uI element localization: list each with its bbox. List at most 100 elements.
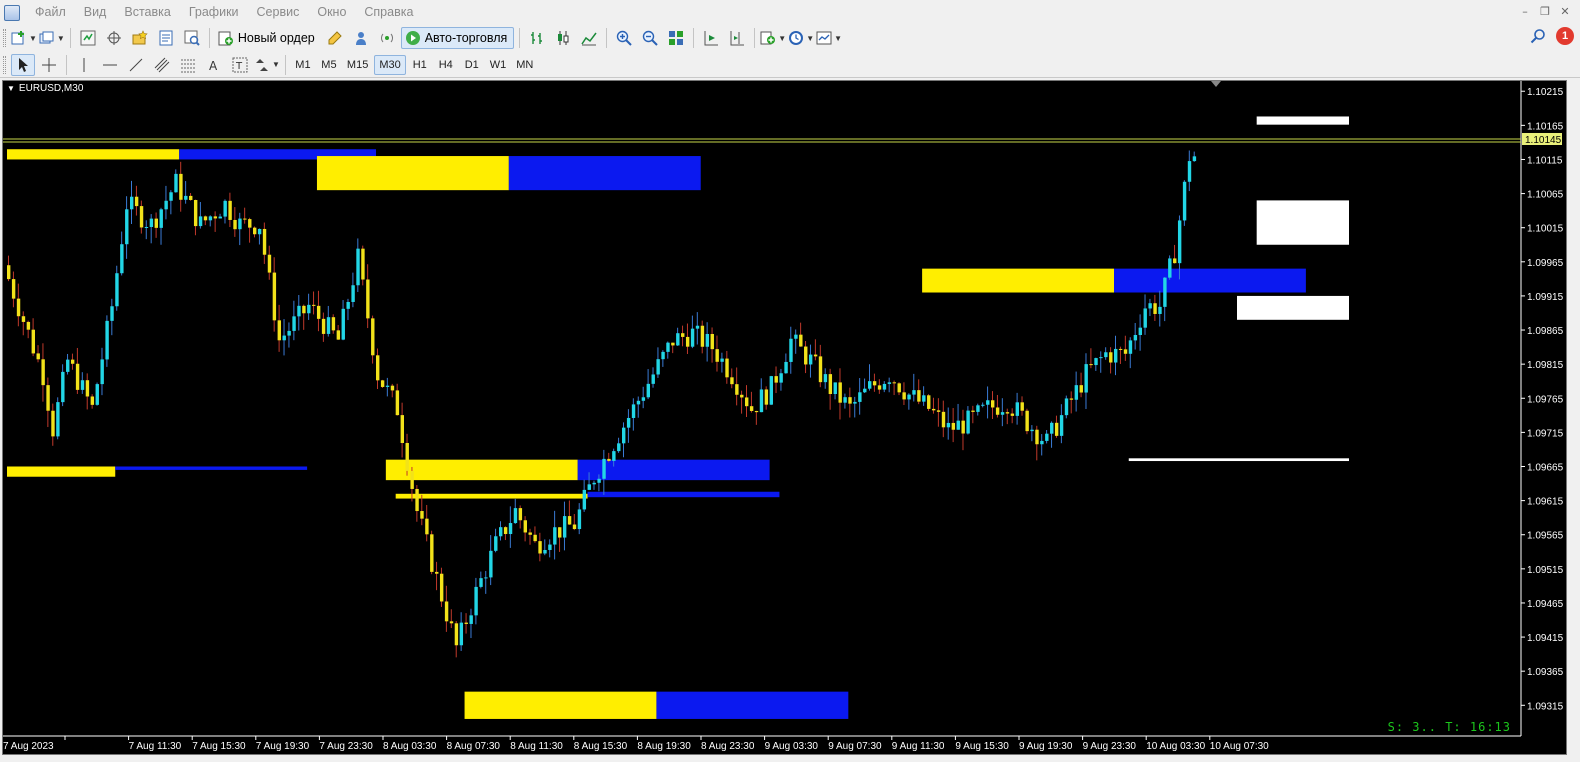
signals-button[interactable] xyxy=(349,27,373,49)
timeframe-mn[interactable]: MN xyxy=(512,55,537,75)
timeframe-m15[interactable]: M15 xyxy=(343,55,372,75)
candle-bull xyxy=(622,427,626,444)
terminal-button[interactable] xyxy=(154,27,178,49)
notifications-badge[interactable]: 1 xyxy=(1556,27,1574,45)
line-chart-button[interactable] xyxy=(577,27,601,49)
minimize-icon[interactable]: – xyxy=(1518,5,1532,19)
periods-button[interactable]: ▼ xyxy=(788,27,814,49)
candle-bull xyxy=(115,273,119,307)
candle-bear xyxy=(36,353,40,360)
auto-scroll-button[interactable] xyxy=(699,27,723,49)
candle-bull xyxy=(602,458,606,479)
data-window-button[interactable] xyxy=(102,27,126,49)
timeframe-m5[interactable]: M5 xyxy=(317,55,341,75)
candle-bull xyxy=(720,358,724,362)
candle-bear xyxy=(405,442,409,471)
candle-bull xyxy=(612,451,616,461)
zoom-in-icon xyxy=(617,30,632,46)
new-chart-button[interactable]: ▼ xyxy=(11,27,37,49)
text-button[interactable]: A xyxy=(202,54,226,76)
timeframe-d1[interactable]: D1 xyxy=(460,55,484,75)
menu-charts[interactable]: Графики xyxy=(180,0,248,25)
candle-bear xyxy=(838,382,842,403)
cursor-button[interactable] xyxy=(11,53,35,76)
candle-bull xyxy=(56,402,60,437)
candle-bear xyxy=(715,349,719,362)
close-icon[interactable]: ✕ xyxy=(1558,5,1572,19)
toolbar-grip[interactable] xyxy=(3,29,6,47)
strategy-tester-button[interactable] xyxy=(180,27,204,49)
arrows-icon xyxy=(256,58,268,71)
toolbar-grip[interactable] xyxy=(3,55,6,74)
tile-windows-button[interactable] xyxy=(664,27,688,49)
menu-tools[interactable]: Сервис xyxy=(248,0,309,25)
profiles-icon xyxy=(39,31,54,44)
candle-bull xyxy=(553,527,557,545)
zoom-out-button[interactable] xyxy=(638,27,662,49)
market-watch-button[interactable] xyxy=(76,27,100,49)
menu-view[interactable]: Вид xyxy=(75,0,116,25)
x-tick-label: 8 Aug 11:30 xyxy=(510,741,563,752)
arrows-button[interactable]: ▼ xyxy=(254,54,280,76)
search-icon[interactable] xyxy=(1530,28,1546,44)
templates-button[interactable]: ▼ xyxy=(816,27,842,49)
candle-bull xyxy=(922,395,926,402)
trendline-button[interactable] xyxy=(124,54,148,76)
candle-bull xyxy=(956,420,960,430)
candle-bull xyxy=(105,320,109,360)
x-tick-label: 9 Aug 19:30 xyxy=(1019,741,1073,752)
navigator-button[interactable] xyxy=(128,27,152,49)
text-label-button[interactable]: T xyxy=(228,54,252,76)
price-chart[interactable]: 1.10215 1.10165 1.10115 1.10065 1.10015 1.099… xyxy=(3,81,1566,754)
fibonacci-button[interactable] xyxy=(176,54,200,76)
metaeditor-button[interactable] xyxy=(323,27,347,49)
menu-help[interactable]: Справка xyxy=(355,0,422,25)
new-order-button[interactable]: Новый ордер xyxy=(215,27,321,49)
chart-shift-button[interactable] xyxy=(725,27,749,49)
candlestick-chart-button[interactable] xyxy=(551,27,575,49)
y-tick-label: 1.09515 xyxy=(1527,565,1564,576)
candle-bear xyxy=(253,227,257,235)
timeframe-h4[interactable]: H4 xyxy=(434,55,458,75)
bar-chart-button[interactable] xyxy=(525,27,549,49)
profiles-button[interactable]: ▼ xyxy=(39,27,65,49)
timeframe-w1[interactable]: W1 xyxy=(486,55,511,75)
timeframe-m1[interactable]: M1 xyxy=(291,55,315,75)
vertical-line-button[interactable] xyxy=(72,54,96,76)
collapse-triangle-icon[interactable]: ▼ xyxy=(7,84,15,93)
crosshair-button[interactable] xyxy=(37,54,61,76)
menu-window[interactable]: Окно xyxy=(308,0,355,25)
candle-bull xyxy=(125,209,129,245)
channel-icon xyxy=(154,57,170,72)
zone-yellow xyxy=(395,493,588,499)
candle-bull xyxy=(646,383,650,398)
x-tick-label: 9 Aug 07:30 xyxy=(828,741,882,752)
candle-bear xyxy=(262,228,267,255)
vps-button[interactable] xyxy=(375,27,399,49)
candle-bear xyxy=(558,527,562,538)
restore-icon[interactable]: ❐ xyxy=(1538,5,1552,19)
indicators-button[interactable]: ▼ xyxy=(760,27,786,49)
zoom-in-button[interactable] xyxy=(612,27,636,49)
timeframe-m30[interactable]: M30 xyxy=(374,54,406,75)
candle-bull xyxy=(907,394,911,400)
autotrading-button[interactable]: Авто-торговля xyxy=(400,27,515,49)
menu-file[interactable]: Файл xyxy=(26,0,75,25)
candle-bull xyxy=(149,218,154,227)
menu-insert[interactable]: Вставка xyxy=(115,0,179,25)
candle-bear xyxy=(927,395,931,409)
candle-bear xyxy=(139,206,144,228)
channel-button[interactable] xyxy=(150,54,174,76)
candle-bear xyxy=(371,318,375,356)
candle-bear xyxy=(31,329,35,354)
candle-bull xyxy=(95,384,99,405)
timeframe-h1[interactable]: H1 xyxy=(408,55,432,75)
candle-bull xyxy=(513,508,518,524)
horizontal-line-button[interactable] xyxy=(98,54,122,76)
candle-bull xyxy=(695,325,700,329)
toolbar-right-area: 1 xyxy=(1530,27,1574,45)
candle-bear xyxy=(75,363,80,390)
chart-window[interactable]: 1.10215 1.10165 1.10115 1.10065 1.10015 1.099… xyxy=(2,80,1567,755)
candle-bear xyxy=(774,376,778,383)
candle-bear xyxy=(533,534,537,542)
